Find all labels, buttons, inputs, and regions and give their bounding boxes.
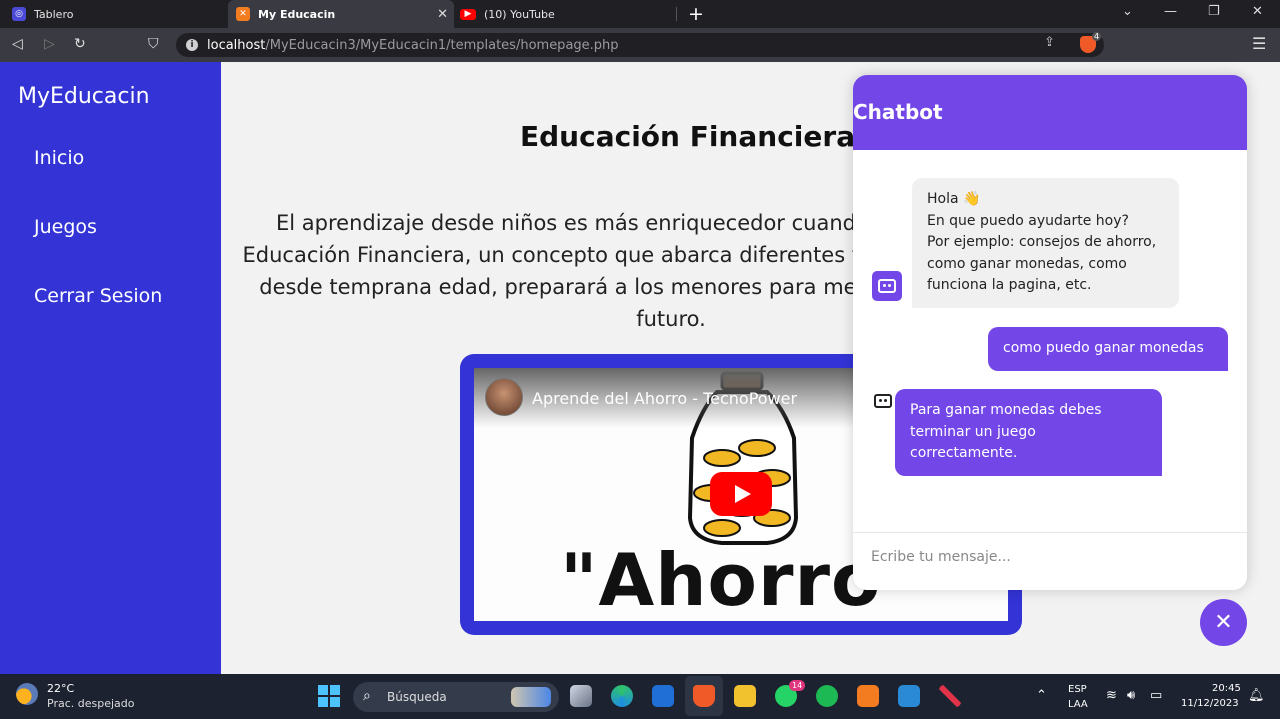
- keyboard-layout[interactable]: LAA: [1068, 699, 1088, 710]
- show-hidden-icons-chevron-icon[interactable]: ⌃: [1036, 688, 1047, 703]
- task-view-icon[interactable]: [570, 685, 592, 707]
- chatbot-panel: Chatbot Hola 👋 En que puedo ayudarte hoy…: [853, 75, 1247, 590]
- robot-icon: [872, 390, 894, 412]
- taskbar-search[interactable]: ⌕ Búsqueda: [353, 682, 559, 712]
- bot-message: Hola 👋 En que puedo ayudarte hoy? Por ej…: [912, 178, 1179, 308]
- message-line: Por ejemplo: consejos de ahorro, como ga…: [927, 234, 1157, 293]
- menu-icon[interactable]: ☰: [1252, 34, 1266, 53]
- clock-date[interactable]: 11/12/2023: [1181, 698, 1239, 709]
- forward-icon[interactable]: ▷: [44, 36, 55, 52]
- search-label: Búsqueda: [387, 690, 447, 704]
- close-icon: ✕: [1214, 610, 1233, 635]
- chat-input-area: [853, 532, 1247, 590]
- bookmark-icon[interactable]: ⛉: [148, 36, 159, 52]
- search-highlight-image: [511, 687, 551, 707]
- url-host: localhost: [207, 37, 266, 53]
- message-line: En que puedo ayudarte hoy?: [927, 212, 1129, 229]
- sidebar-item-inicio[interactable]: Inicio: [34, 147, 84, 169]
- new-tab-button[interactable]: +: [688, 3, 704, 25]
- bot-message: Para ganar monedas debes terminar un jue…: [895, 389, 1162, 476]
- user-message: como puedo ganar monedas: [988, 327, 1228, 371]
- brave-shields-count: 4: [1092, 32, 1102, 41]
- robot-icon: [872, 271, 902, 301]
- whatsapp-badge: 14: [789, 680, 806, 691]
- tab-youtube[interactable]: ▶ (10) YouTube: [454, 0, 676, 28]
- play-icon[interactable]: [710, 472, 772, 516]
- sidebar-item-juegos[interactable]: Juegos: [34, 216, 97, 238]
- restore-button[interactable]: ❐: [1208, 4, 1220, 19]
- back-icon[interactable]: ◁: [12, 36, 23, 52]
- start-button[interactable]: [318, 685, 340, 707]
- channel-avatar[interactable]: [485, 378, 523, 416]
- language-indicator[interactable]: ESP: [1068, 684, 1087, 695]
- tab-my-educacin[interactable]: ✕ My Educacin ✕: [228, 0, 454, 28]
- sidebar: MyEducacin Inicio Juegos Cerrar Sesion: [0, 62, 221, 674]
- message-line: Hola 👋: [927, 191, 981, 207]
- edge-icon[interactable]: [611, 685, 633, 707]
- search-icon: ⌕: [363, 688, 371, 704]
- app-icon: ◎: [12, 7, 26, 21]
- tab-title: My Educacin: [258, 7, 336, 21]
- chatbot-title: Chatbot: [853, 100, 943, 124]
- wifi-icon[interactable]: ≋: [1106, 688, 1117, 703]
- reload-icon[interactable]: ↻: [74, 36, 86, 52]
- chatbot-header: Chatbot: [853, 75, 1247, 150]
- address-toolbar: ◁ ▷ ↻ ⛉ i localhost/MyEducacin3/MyEducac…: [0, 28, 1280, 62]
- video-thumbnail-caption: "Ahorro: [560, 538, 882, 621]
- file-explorer-icon[interactable]: [734, 685, 756, 707]
- minimize-button[interactable]: —: [1164, 4, 1177, 19]
- tab-tablero[interactable]: ◎ Tablero: [0, 0, 228, 28]
- spotify-icon[interactable]: [816, 685, 838, 707]
- weather-icon[interactable]: [16, 683, 38, 705]
- page-title: Educación Financiera: [520, 120, 856, 153]
- brave-browser-icon[interactable]: [693, 685, 715, 707]
- clock-time[interactable]: 20:45: [1212, 683, 1241, 694]
- pen-icon[interactable]: [939, 685, 961, 707]
- weather-description[interactable]: Prac. despejado: [47, 697, 134, 710]
- mail-icon[interactable]: [652, 685, 674, 707]
- chatbot-close-button[interactable]: ✕: [1200, 599, 1247, 646]
- browser-tab-bar: ◎ Tablero ✕ My Educacin ✕ ▶ (10) YouTube…: [0, 0, 1280, 28]
- tab-title: Tablero: [34, 7, 74, 21]
- vscode-icon[interactable]: [898, 685, 920, 707]
- close-tab-icon[interactable]: ✕: [437, 7, 448, 22]
- tab-search-chevron-icon[interactable]: ⌄: [1122, 4, 1133, 19]
- brand-logo-text[interactable]: MyEducacin: [18, 84, 150, 109]
- share-icon[interactable]: ⇪: [1044, 35, 1055, 50]
- site-info-icon[interactable]: i: [186, 39, 198, 51]
- url-field[interactable]: i localhost/MyEducacin3/MyEducacin1/temp…: [176, 33, 1104, 57]
- chat-message-input[interactable]: [871, 549, 1231, 565]
- video-title[interactable]: Aprende del Ahorro - TecnoPower: [532, 389, 797, 408]
- weather-temperature[interactable]: 22°C: [47, 682, 74, 695]
- youtube-icon: ▶: [460, 8, 476, 20]
- tab-separator: [676, 7, 677, 21]
- tab-title: (10) YouTube: [484, 7, 555, 21]
- xampp-icon[interactable]: [857, 685, 879, 707]
- xampp-icon: ✕: [236, 7, 250, 21]
- taskbar: 22°C Prac. despejado ⌕ Búsqueda 14 ⌃ ESP…: [0, 674, 1280, 719]
- sidebar-item-cerrar-sesion[interactable]: Cerrar Sesion: [34, 285, 162, 307]
- volume-icon[interactable]: 🔊︎: [1127, 688, 1135, 703]
- url-path: /MyEducacin3/MyEducacin1/templates/homep…: [265, 37, 619, 53]
- notification-icon[interactable]: 🔔︎: [1248, 688, 1265, 703]
- close-window-button[interactable]: ✕: [1252, 4, 1263, 19]
- battery-icon[interactable]: ▭: [1150, 688, 1162, 703]
